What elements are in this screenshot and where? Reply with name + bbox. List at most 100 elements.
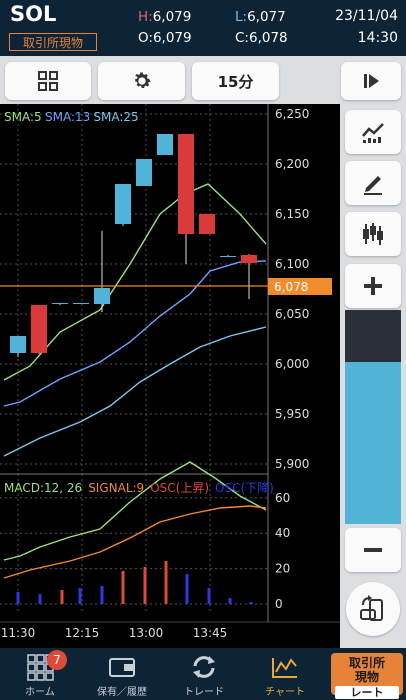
sma-label: SMA:5: [4, 110, 42, 124]
refresh-arrows-icon: [193, 656, 215, 678]
candle-body: [31, 305, 47, 353]
candle-type-icon: [363, 223, 383, 245]
nav-home[interactable]: 7 ホーム: [0, 648, 80, 700]
nav-trade[interactable]: トレード: [164, 648, 244, 700]
macd-histogram-bar: [121, 571, 125, 604]
grid-icon: [38, 71, 58, 91]
macd-histogram-bar: [60, 590, 64, 604]
zoom-out-button[interactable]: [345, 528, 401, 572]
candle-body: [94, 288, 110, 304]
chart-icon: [272, 658, 297, 678]
interval-button[interactable]: 15分: [192, 62, 279, 100]
nav-holdings[interactable]: 保有／履歴: [82, 648, 162, 700]
macd-tick-label: 40: [275, 526, 290, 540]
macd-histogram-bar: [78, 588, 82, 604]
price-tick-label: 6,250: [275, 107, 309, 121]
date-text: 23/11/04: [335, 8, 398, 24]
nav-chart[interactable]: チャート: [245, 648, 325, 700]
nav-trade-label: トレード: [184, 687, 224, 698]
zoom-slider[interactable]: [345, 310, 401, 524]
indicator-button[interactable]: [345, 110, 401, 154]
sma-label: SMA:13: [45, 110, 90, 124]
macd-histogram-bar: [164, 561, 168, 604]
draw-button[interactable]: [345, 161, 401, 205]
nav-chart-label: チャート: [265, 687, 305, 698]
macd-histogram-bar: [228, 598, 232, 604]
zoom-slider-fill: [345, 362, 401, 524]
rotate-screen-icon: [360, 595, 383, 621]
candle-body: [178, 134, 194, 234]
candle-body: [52, 303, 68, 304]
chart-indicator-icon: [362, 123, 384, 143]
home-badge: 7: [47, 650, 67, 670]
macd-histogram-bar: [143, 567, 147, 604]
close-value: C:6,078: [235, 30, 288, 46]
candle-body: [10, 336, 26, 353]
right-toolbar: [340, 104, 406, 648]
current-price-label: 6,078: [274, 280, 308, 294]
price-tick-label: 5,950: [275, 407, 309, 421]
price-tick-label: 5,900: [275, 457, 309, 471]
macd-histogram-bar: [185, 574, 189, 604]
macd-histogram-bar: [249, 602, 253, 604]
candle-body: [115, 184, 131, 224]
header: SOL 取引所現物 H:6,079 L:6,077 O:6,079 C:6,07…: [0, 0, 406, 56]
play-button[interactable]: [341, 62, 401, 100]
minus-icon: [364, 548, 382, 552]
wallet-icon: [109, 658, 135, 677]
candle-body: [220, 256, 236, 257]
macd-tick-label: 60: [275, 491, 290, 505]
macd-histogram-bar: [207, 588, 211, 604]
macd-label: OSC(上昇): [150, 481, 209, 495]
macd-label: SIGNAL:9: [88, 481, 144, 495]
time-tick-label: 12:15: [65, 626, 100, 640]
layout-button[interactable]: [5, 62, 91, 100]
candle-body: [136, 159, 152, 186]
plus-icon: [364, 277, 382, 295]
high-value: H:6,079: [138, 9, 192, 25]
chart-type-button[interactable]: [345, 212, 401, 256]
axes: 6,078 6,250 6,200 6,150 6,100 6,050 6,000 5,950…: [0, 107, 332, 640]
nav-venue-button[interactable]: 取引所 現物 レート: [331, 653, 403, 699]
price-tick-label: 6,100: [275, 257, 309, 271]
candle-body: [73, 303, 89, 304]
candle-body: [199, 214, 215, 234]
nav-home-label: ホーム: [25, 687, 55, 698]
macd-histogram-bar: [100, 586, 104, 604]
open-value: O:6,079: [138, 30, 192, 46]
time-tick-label: 11:30: [1, 626, 36, 640]
interval-label: 15分: [217, 72, 254, 91]
time-tick-label: 13:45: [193, 626, 228, 640]
candle-body: [157, 134, 173, 155]
price-tick-label: 6,150: [275, 207, 309, 221]
pencil-icon: [364, 176, 382, 195]
macd-histogram-bar: [38, 594, 42, 604]
bottom-nav: 7 ホーム 保有／履歴 トレード チャート 取引所 現物 レート: [0, 648, 406, 700]
candlestick-chart[interactable]: 6,078 6,250 6,200 6,150 6,100 6,050 6,000 5,950…: [0, 104, 340, 648]
gear-icon: [134, 72, 151, 88]
nav-holdings-label: 保有／履歴: [97, 687, 147, 698]
macd-tick-label: 0: [275, 597, 283, 611]
nav-venue-sub: レート: [335, 686, 399, 699]
zoom-in-button[interactable]: [345, 264, 401, 308]
price-tick-label: 6,050: [275, 307, 309, 321]
settings-button[interactable]: [98, 62, 185, 100]
candles: [10, 134, 257, 357]
low-value: L:6,077: [235, 9, 286, 25]
candle-body: [241, 255, 257, 263]
venue-badge: 取引所現物: [9, 33, 97, 51]
symbol-title: SOL: [10, 2, 57, 26]
sma-label: SMA:25: [93, 110, 138, 124]
time-tick-label: 13:00: [129, 626, 164, 640]
macd-line: [3, 461, 267, 561]
time-text: 14:30: [357, 30, 398, 46]
price-tick-label: 6,000: [275, 357, 309, 371]
rotate-button[interactable]: [346, 582, 400, 636]
macd-histogram-bar: [16, 592, 20, 604]
macd-tick-label: 20: [275, 562, 290, 576]
chart-toolbar: 15分: [0, 56, 406, 104]
signal-line: [3, 505, 267, 579]
price-tick-label: 6,200: [275, 157, 309, 171]
macd-label: MACD:12, 26: [4, 481, 82, 495]
nav-venue-label: 取引所 現物: [348, 656, 385, 684]
